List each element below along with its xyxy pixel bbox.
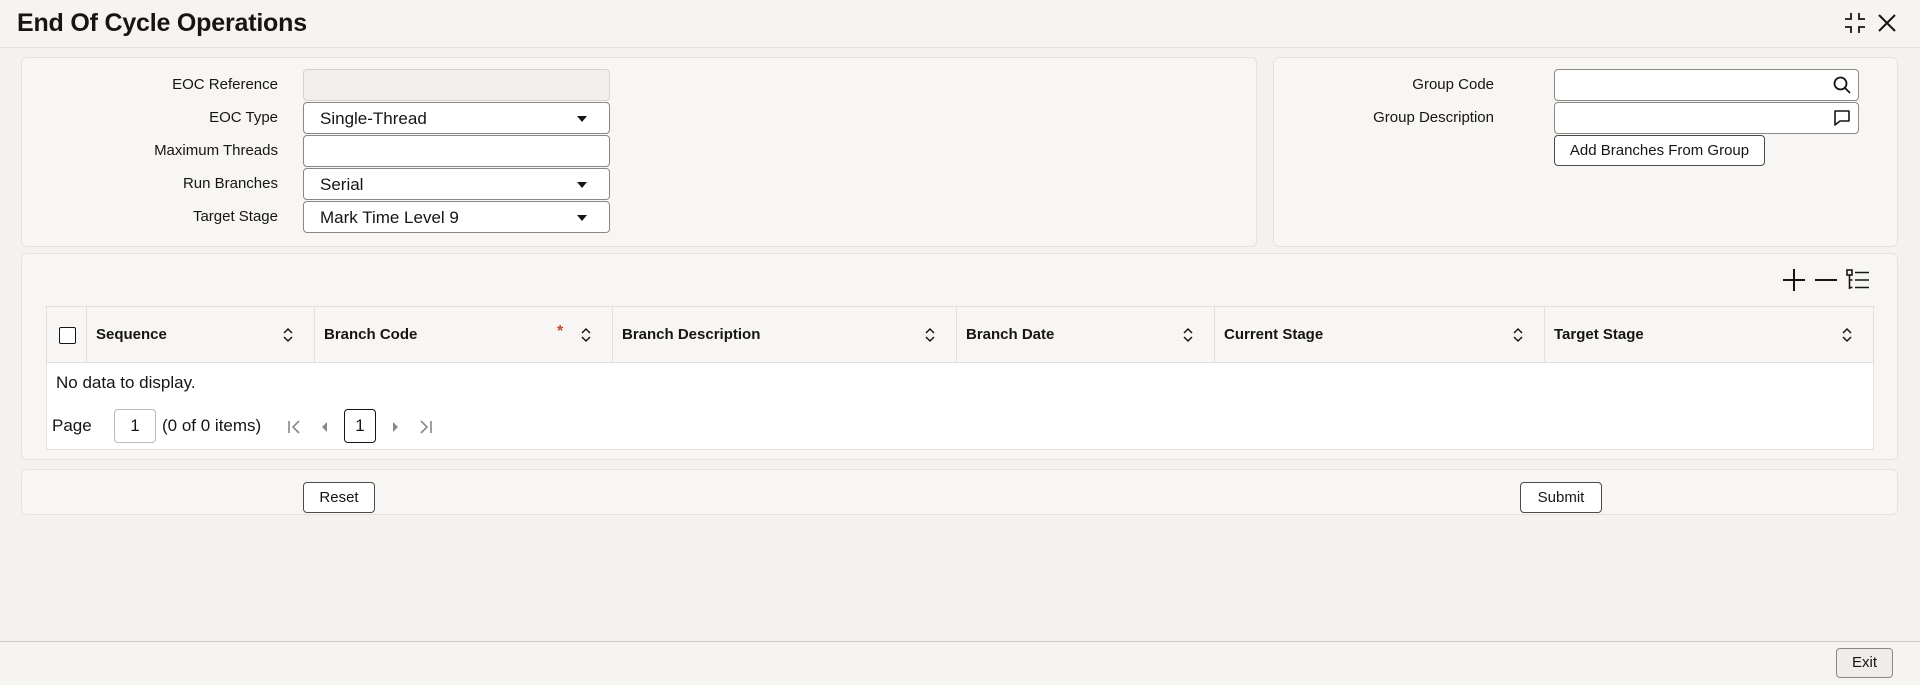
add-row-icon[interactable] <box>1780 266 1808 294</box>
required-indicator: * <box>557 323 564 340</box>
column-header-sequence[interactable]: Sequence <box>87 307 315 363</box>
comment-icon[interactable] <box>1832 108 1852 128</box>
group-code-label: Group Code <box>1412 76 1494 93</box>
exit-button[interactable]: Exit <box>1836 648 1893 678</box>
group-panel: Group Code Group Description Add Branche… <box>1273 57 1898 247</box>
column-label: Branch Date <box>966 326 1055 343</box>
target-stage-label: Target Stage <box>192 208 278 225</box>
empty-message: No data to display. <box>56 373 196 392</box>
branch-grid: Sequence Branch Code * Branch Descriptio… <box>46 306 1874 450</box>
footer-bar: Exit <box>0 641 1920 685</box>
first-page-icon[interactable] <box>286 418 304 436</box>
page-label: Page <box>52 416 92 435</box>
sort-icon[interactable] <box>1512 327 1524 343</box>
column-header-target-stage[interactable]: Target Stage <box>1545 307 1873 363</box>
dropdown-arrow-icon <box>577 182 587 188</box>
sort-icon[interactable] <box>580 327 592 343</box>
column-header-current-stage[interactable]: Current Stage <box>1215 307 1545 363</box>
title-bar: End Of Cycle Operations <box>0 0 1920 48</box>
column-label: Target Stage <box>1554 326 1644 343</box>
target-stage-select[interactable]: Mark Time Level 9 <box>303 201 610 233</box>
eoc-form-panel: EOC Reference EOC Type Single-Thread Max… <box>21 57 1257 247</box>
actions-panel: Reset Submit <box>21 469 1898 515</box>
sort-icon[interactable] <box>1841 327 1853 343</box>
group-code-input[interactable] <box>1554 69 1859 101</box>
page-number-input[interactable]: 1 <box>114 409 156 443</box>
eoc-type-label: EOC Type <box>209 109 278 126</box>
column-label: Branch Code <box>324 326 418 343</box>
column-header-branch-description[interactable]: Branch Description <box>613 307 957 363</box>
submit-button[interactable]: Submit <box>1520 482 1602 513</box>
column-label: Current Stage <box>1224 326 1324 343</box>
column-header-branch-date[interactable]: Branch Date <box>957 307 1215 363</box>
column-header-branch-code[interactable]: Branch Code * <box>315 307 613 363</box>
select-all-column <box>47 307 87 363</box>
grid-header: Sequence Branch Code * Branch Descriptio… <box>47 307 1873 363</box>
group-description-input[interactable] <box>1554 102 1859 134</box>
delete-row-icon[interactable] <box>1812 266 1840 294</box>
column-label: Branch Description <box>622 326 761 343</box>
search-icon[interactable] <box>1832 75 1852 95</box>
eoc-type-select[interactable]: Single-Thread <box>303 102 610 134</box>
eoc-reference-label: EOC Reference <box>172 76 278 93</box>
add-branches-from-group-button[interactable]: Add Branches From Group <box>1554 135 1765 166</box>
items-count: (0 of 0 items) <box>162 416 262 435</box>
sort-icon[interactable] <box>924 327 936 343</box>
maximum-threads-label: Maximum Threads <box>154 142 278 159</box>
eoc-reference-field <box>303 69 610 101</box>
run-branches-select[interactable]: Serial <box>303 168 610 200</box>
sort-icon[interactable] <box>282 327 294 343</box>
single-record-view-icon[interactable] <box>1844 266 1872 294</box>
select-all-checkbox[interactable] <box>59 327 76 344</box>
last-page-icon[interactable] <box>416 418 434 436</box>
dropdown-arrow-icon <box>577 116 587 122</box>
reset-button[interactable]: Reset <box>303 482 375 513</box>
eoc-type-value: Single-Thread <box>320 109 427 128</box>
page-title: End Of Cycle Operations <box>17 9 307 37</box>
run-branches-label: Run Branches <box>182 175 278 192</box>
current-page[interactable]: 1 <box>344 409 376 443</box>
maximum-threads-input[interactable] <box>303 135 610 167</box>
close-icon[interactable] <box>1874 10 1900 36</box>
dropdown-arrow-icon <box>577 215 587 221</box>
run-branches-value: Serial <box>320 175 364 194</box>
collapse-icon[interactable] <box>1842 10 1868 36</box>
column-label: Sequence <box>96 326 167 343</box>
sort-icon[interactable] <box>1182 327 1194 343</box>
next-page-icon[interactable] <box>386 418 404 436</box>
previous-page-icon[interactable] <box>316 418 334 436</box>
target-stage-value: Mark Time Level 9 <box>320 208 459 227</box>
group-description-label: Group Description <box>1373 109 1494 126</box>
